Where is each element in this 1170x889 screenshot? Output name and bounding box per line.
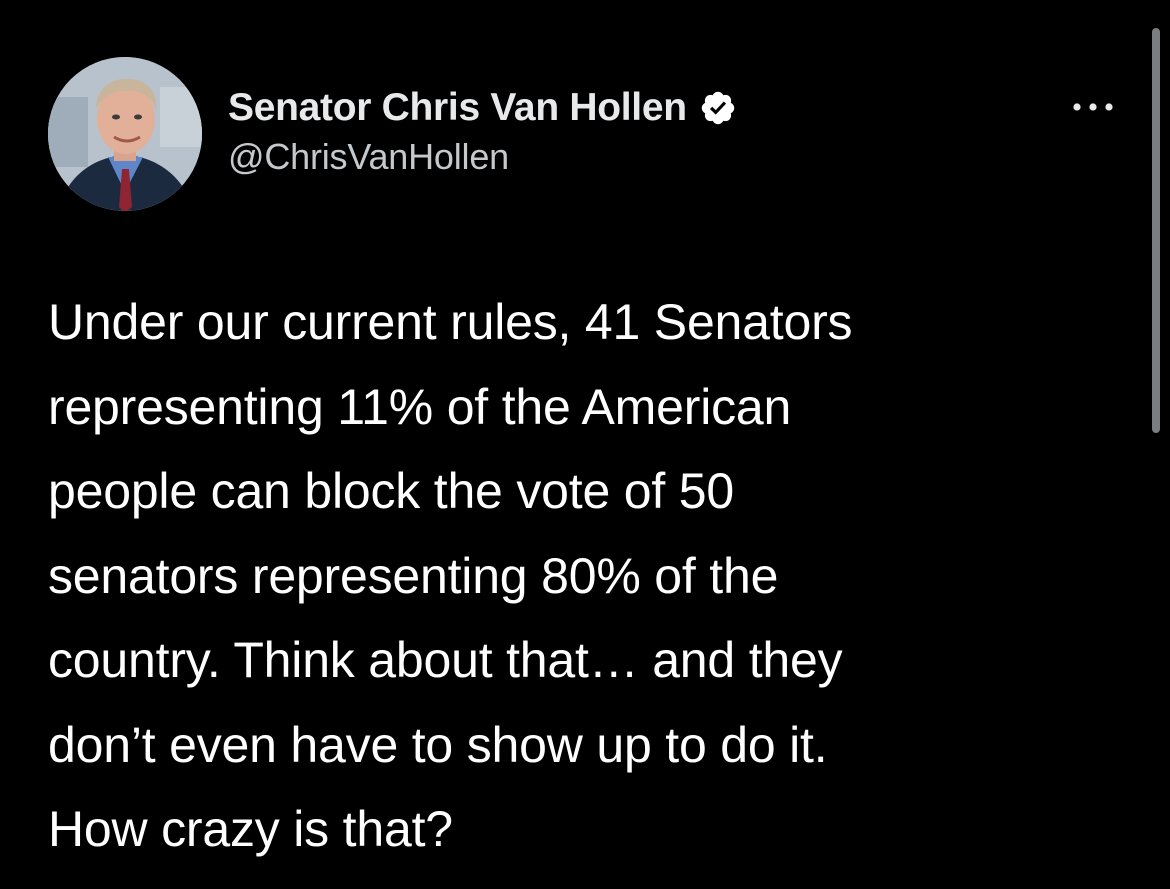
- profile-photo: [48, 57, 202, 211]
- tweet-text-line: representing 11% of the American: [48, 378, 792, 435]
- tweet-text-line: don’t even have to show up to do it.: [48, 716, 828, 773]
- tweet-text: Under our current rules, 41 Senators rep…: [48, 280, 1108, 872]
- more-options-button[interactable]: [1068, 92, 1118, 122]
- tweet-text-line: Under our current rules, 41 Senators: [48, 294, 853, 350]
- author-display-name[interactable]: Senator Chris Van Hollen: [228, 86, 687, 130]
- tweet-text-line: senators representing 80% of the: [48, 547, 779, 604]
- author-name-row: Senator Chris Van Hollen: [228, 84, 737, 132]
- tweet-text-line: country. Think about that… and they: [48, 632, 843, 688]
- author-handle[interactable]: @ChrisVanHollen: [228, 136, 737, 178]
- verified-badge-icon: [699, 89, 737, 127]
- scrollbar-thumb[interactable]: [1152, 28, 1160, 433]
- tweet-author: Senator Chris Van Hollen @ChrisVanHollen: [228, 84, 737, 178]
- more-horizontal-icon: [1073, 103, 1113, 111]
- tweet-text-line: How crazy is that?: [48, 801, 453, 857]
- tweet-card: Senator Chris Van Hollen @ChrisVanHollen…: [0, 0, 1170, 889]
- avatar[interactable]: [48, 57, 202, 211]
- tweet-text-line: people can block the vote of 50: [48, 463, 734, 519]
